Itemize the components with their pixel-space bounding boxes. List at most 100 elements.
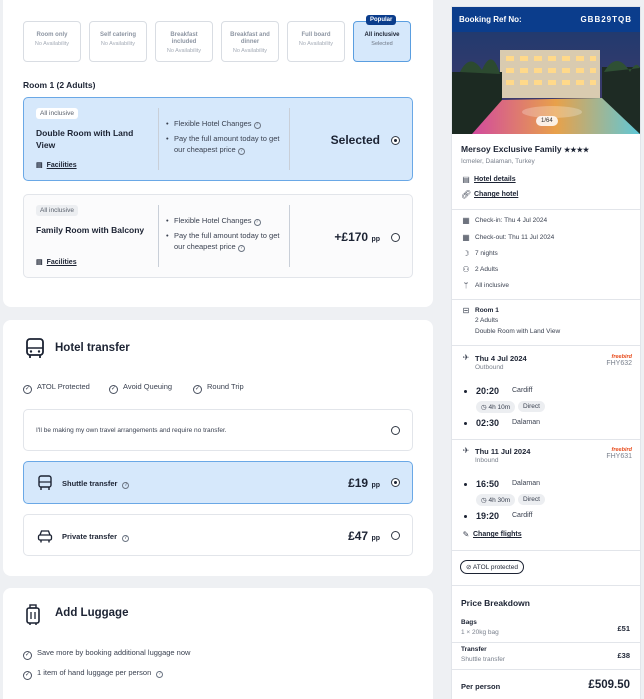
change-flights-link[interactable]: Change flights — [473, 531, 522, 538]
room-radio[interactable] — [391, 136, 400, 145]
check-label: 1 item of hand luggage per person — [37, 668, 152, 677]
info-icon[interactable]: ? — [253, 122, 261, 129]
transfer-label-text: Shuttle transfer — [62, 479, 118, 488]
nights-count: 7 nights — [475, 250, 498, 257]
booking-ref-value: GBB29TQB — [580, 15, 632, 24]
divider — [452, 550, 640, 551]
transfer-price: £19 pp — [348, 476, 380, 490]
board-option-full-board[interactable]: Full board No Availability — [287, 21, 345, 62]
change-hotel-link[interactable]: Change hotel — [474, 191, 518, 198]
bus-icon — [26, 338, 44, 358]
outbound-label: Outbound — [475, 364, 504, 371]
facilities-link[interactable]: ▤ Facilities — [36, 161, 77, 169]
facilities-label: Facilities — [46, 162, 77, 169]
board-badge: All inclusive — [36, 108, 78, 119]
bus-icon — [38, 475, 52, 490]
timeline-dot — [464, 515, 467, 518]
transfer-price: £47 pp — [348, 529, 380, 543]
duration-text: 4h 10m — [488, 404, 511, 411]
document-icon: ▤ — [36, 259, 43, 266]
divider — [289, 205, 290, 267]
facilities-link[interactable]: ▤ Facilities — [36, 258, 77, 266]
board-option-self-catering[interactable]: Self catering No Availability — [89, 21, 147, 62]
price-value: £47 — [348, 529, 369, 543]
check-label: ATOL Protected — [37, 382, 90, 391]
board-option-status: No Availability — [298, 41, 334, 47]
duration-pill: ◷ 4h 30m — [476, 494, 516, 506]
room-name: Double Room with Land View — [36, 128, 134, 150]
check-in-date: Check-in: Thu 4 Jul 2024 — [475, 217, 548, 224]
hotel-details-link[interactable]: Hotel details — [474, 176, 516, 183]
divider — [452, 439, 640, 440]
info-icon[interactable]: ? — [237, 148, 245, 155]
check-icon: ✓ — [23, 385, 32, 394]
board-option-title: Breakfast included — [170, 32, 198, 45]
room-name: Family Room with Balcony — [36, 225, 145, 235]
board-option-title: Room only — [36, 32, 68, 38]
feature-check: ✓ Round Trip — [193, 382, 244, 394]
board-option-status: No Availability — [34, 41, 70, 47]
inbound-date: Thu 11 Jul 2024 — [475, 447, 531, 456]
board-option-room-only[interactable]: Room only No Availability — [23, 21, 81, 62]
room-option-family[interactable]: All inclusive Family Room with Balcony ▤… — [23, 194, 413, 278]
board-option-status: No Availability — [100, 41, 136, 47]
transfer-radio[interactable] — [391, 531, 400, 540]
hotel-location: Icmeler, Dalaman, Turkey — [461, 158, 535, 165]
airline-info: freebird FHY632 — [606, 354, 632, 367]
check-out-date: Check-out: Thu 11 Jul 2024 — [475, 234, 555, 241]
atol-label: ATOL protected — [472, 564, 518, 571]
room-radio[interactable] — [391, 233, 400, 242]
duration-pill: ◷ 4h 10m — [476, 401, 516, 413]
room-heading: Room 1 (2 Adults) — [23, 80, 96, 90]
transfer-label: Shuttle transfer? — [62, 479, 130, 489]
divider — [452, 642, 640, 643]
info-icon[interactable]: ? — [122, 535, 130, 542]
hotel-transfer-card: Hotel transfer ✓ ATOL Protected ✓ Avoid Qu… — [3, 320, 433, 576]
price-breakdown-title: Price Breakdown — [461, 598, 530, 608]
per-person-price: £509.50 — [588, 679, 630, 691]
room-feature: • Pay the full amount today to get our ch… — [166, 134, 280, 155]
hotel-image[interactable]: 1/64 — [452, 32, 640, 134]
transfer-radio[interactable] — [391, 426, 400, 435]
info-icon[interactable]: ? — [156, 671, 164, 678]
room-price: Selected — [331, 133, 380, 147]
atol-badge: ⊘ ATOL protected — [460, 560, 524, 574]
board-type: All inclusive — [475, 282, 509, 289]
feature-text: Flexible Hotel Changes — [174, 119, 252, 128]
calendar-icon: ▦ — [462, 233, 470, 242]
transfer-option-none[interactable]: I'll be making my own travel arrangement… — [23, 409, 413, 451]
board-option-all-inclusive[interactable]: Popular All inclusive Selected — [353, 15, 411, 62]
transfer-radio[interactable] — [391, 478, 400, 487]
info-icon[interactable]: ? — [253, 219, 261, 226]
transfer-option-shuttle[interactable]: Shuttle transfer? £19 pp — [23, 461, 413, 504]
board-option-status: Selected — [371, 41, 393, 47]
info-icon[interactable]: ? — [122, 482, 130, 489]
price-unit: pp — [371, 236, 380, 243]
price-value: +£170 — [334, 230, 369, 244]
add-luggage-card: Add Luggage ✓ Save more by booking additi… — [3, 588, 433, 699]
popular-badge: Popular — [366, 15, 397, 25]
plane-icon: ✈ — [462, 353, 470, 362]
star-rating: ★★★★ — [564, 147, 590, 154]
arrival-time: 19:20 — [476, 511, 500, 521]
flight-number: FHY631 — [606, 453, 632, 460]
luggage-icon — [26, 604, 40, 625]
transfer-option-private[interactable]: Private transfer? £47 pp — [23, 514, 413, 556]
board-option-status: No Availability — [166, 48, 202, 54]
moon-icon: ☽ — [462, 249, 470, 258]
room-option-double[interactable]: All inclusive Double Room with Land View… — [23, 97, 413, 181]
room-selection-card: Room only No Availability Self catering … — [3, 0, 433, 307]
divider — [452, 345, 640, 346]
check-label: Save more by booking additional luggage … — [37, 648, 191, 657]
booking-summary-sidebar: Booking Ref No: GBB29TQB 1/64 Mersoy Exc — [451, 6, 641, 699]
flight-number: FHY632 — [606, 360, 632, 367]
transfer-none-label: I'll be making my own travel arrangement… — [36, 427, 227, 434]
board-option-half-board[interactable]: Breakfast and dinner No Availability — [221, 21, 279, 62]
bags-label: Bags — [461, 619, 477, 626]
departure-time: 16:50 — [476, 479, 500, 489]
board-option-status: No Availability — [232, 48, 268, 54]
info-icon[interactable]: ? — [237, 245, 245, 252]
board-option-breakfast[interactable]: Breakfast included No Availability — [155, 21, 213, 62]
timeline-dot — [464, 422, 467, 425]
stops-pill: Direct — [518, 401, 545, 412]
